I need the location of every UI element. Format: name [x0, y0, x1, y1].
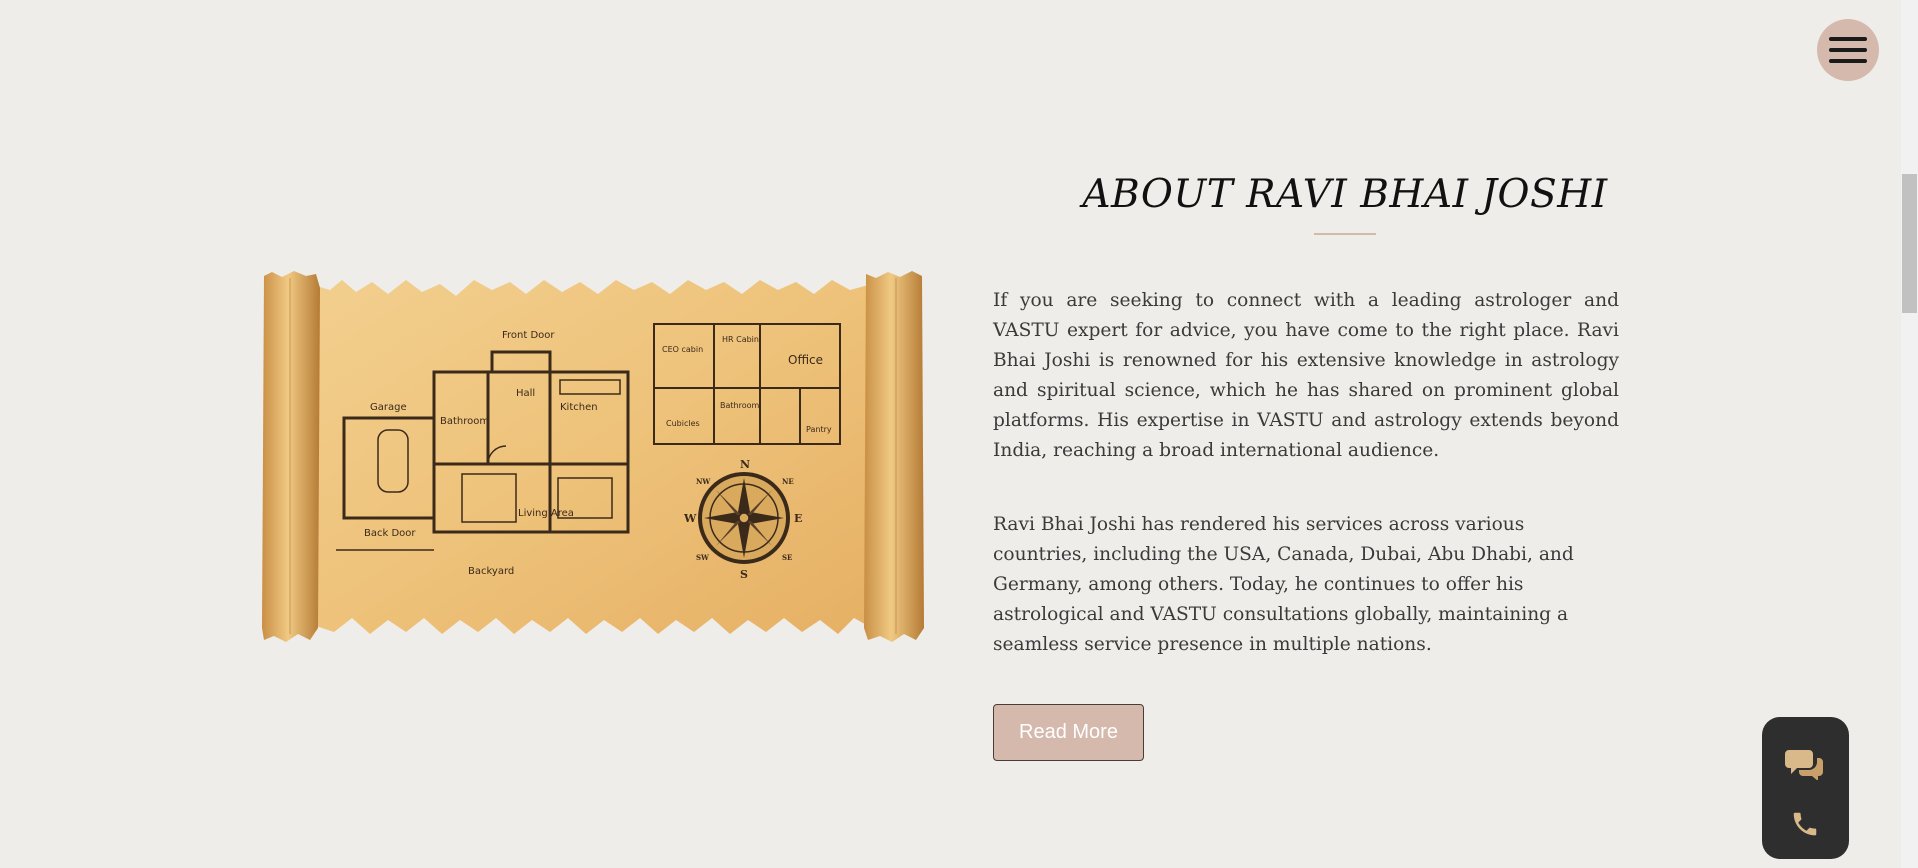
page: Front Door Garage Bathroom Hall Kitchen … — [0, 0, 1918, 868]
label-compass-n: N — [740, 458, 750, 471]
chat-button[interactable] — [1781, 743, 1829, 783]
label-compass-nw: NW — [696, 477, 710, 486]
page-scrollbar[interactable] — [1901, 0, 1918, 868]
read-more-button[interactable]: Read More — [993, 704, 1144, 761]
label-back-door: Back Door — [364, 528, 416, 539]
about-paragraph-1: If you are seeking to connect with a lea… — [993, 290, 1619, 461]
contact-widget — [1762, 717, 1849, 859]
label-compass-s: S — [740, 568, 748, 581]
vastu-floor-plan-image: Front Door Garage Bathroom Hall Kitchen … — [262, 271, 924, 642]
compass-rose-icon — [698, 472, 790, 564]
hamburger-menu-icon-bar — [1829, 48, 1867, 52]
label-hr-cabin: HR Cabin — [722, 335, 759, 344]
label-office: Office — [788, 353, 823, 367]
label-office-bathroom: Bathroom — [720, 401, 760, 410]
label-ceo-cabin: CEO cabin — [662, 345, 703, 354]
call-button[interactable] — [1781, 804, 1829, 844]
label-backyard: Backyard — [468, 566, 514, 577]
label-cubicles: Cubicles — [666, 419, 700, 428]
scrollbar-thumb[interactable] — [1902, 174, 1917, 313]
section-title: ABOUT RAVI BHAI JOSHI — [1082, 172, 1608, 217]
title-divider — [1314, 233, 1376, 235]
label-pantry: Pantry — [806, 425, 832, 434]
phone-icon — [1793, 812, 1817, 836]
menu-button[interactable] — [1817, 19, 1879, 81]
label-front-door: Front Door — [502, 330, 555, 341]
label-garage: Garage — [370, 402, 407, 413]
label-compass-se: SE — [782, 553, 792, 562]
label-kitchen: Kitchen — [560, 402, 598, 413]
label-compass-ne: NE — [782, 477, 794, 486]
chat-bubbles-icon — [1785, 750, 1823, 780]
about-paragraph-2: Ravi Bhai Joshi has rendered his service… — [993, 514, 1574, 655]
label-living-area: Living Area — [518, 508, 574, 519]
label-compass-w: W — [683, 512, 697, 525]
label-compass-sw: SW — [696, 553, 709, 562]
label-bathroom: Bathroom — [440, 416, 489, 427]
hamburger-menu-icon-bar — [1829, 59, 1867, 63]
hamburger-menu-icon-bar — [1829, 37, 1867, 41]
label-compass-e: E — [794, 512, 802, 525]
label-hall: Hall — [516, 388, 535, 399]
